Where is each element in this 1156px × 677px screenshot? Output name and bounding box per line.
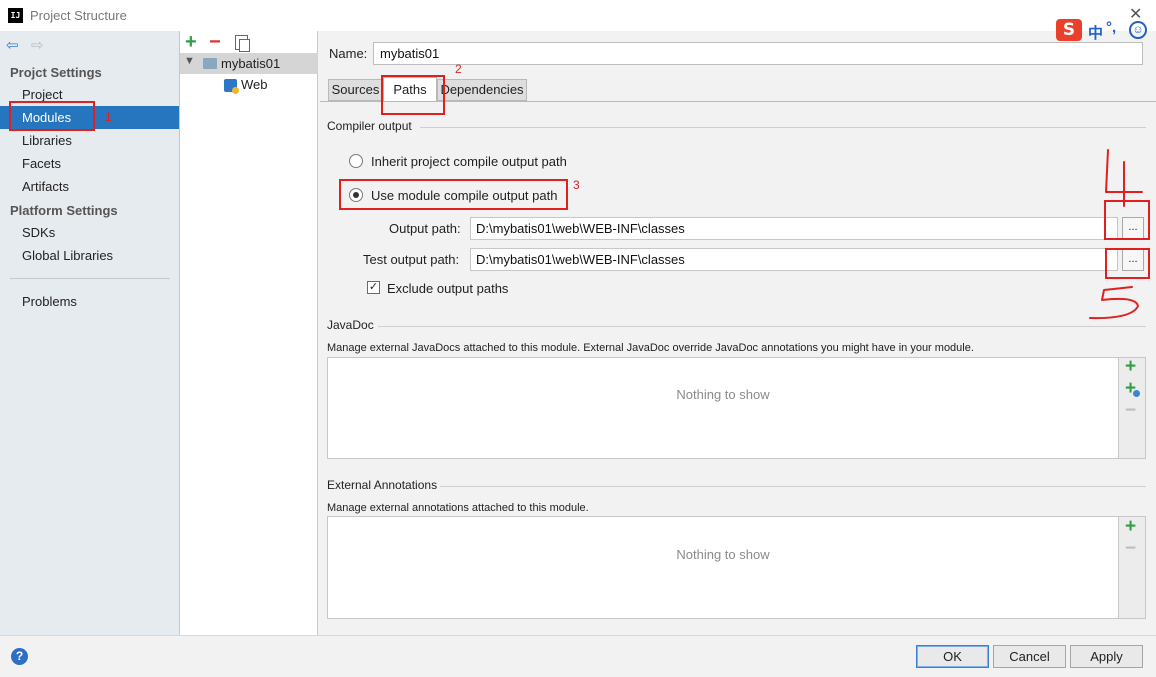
copy-icon[interactable] (235, 35, 250, 52)
ime-punctuation-toggle[interactable]: °, (1106, 19, 1116, 36)
annotations-list[interactable]: Nothing to show (327, 516, 1119, 619)
title-bar (0, 0, 1156, 31)
tab-dependencies[interactable]: Dependencies (437, 79, 527, 101)
output-path-label: Output path: (389, 221, 461, 236)
web-facet-icon (224, 79, 239, 94)
tree-module-label[interactable]: mybatis01 (221, 56, 280, 71)
nav-item-artifacts[interactable]: Artifacts (0, 175, 179, 198)
annotation-box-modules (9, 101, 95, 131)
section-divider (440, 486, 1146, 487)
nav-item-global-libraries[interactable]: Global Libraries (0, 244, 179, 267)
help-icon[interactable]: ? (11, 648, 28, 665)
back-arrow-icon[interactable]: ⇦ (6, 36, 19, 54)
sogou-ime-logo-icon[interactable]: S (1056, 19, 1082, 41)
annotation-number-3: 3 (573, 178, 580, 192)
chevron-down-icon[interactable]: ▼ (184, 55, 195, 67)
name-label: Name: (329, 46, 368, 61)
tab-sources[interactable]: Sources (328, 79, 383, 101)
cancel-button[interactable]: Cancel (993, 645, 1066, 668)
handwritten-annotations (1089, 149, 1143, 320)
test-output-path-label: Test output path: (363, 252, 460, 267)
remove-javadoc-icon[interactable]: − (1125, 400, 1136, 422)
handwritten-5 (1089, 286, 1139, 320)
external-annotations-title: External Annotations (327, 478, 438, 492)
javadoc-title: JavaDoc (327, 318, 374, 332)
annotation-number-1: 1 (105, 110, 112, 124)
annotation-number-2: 2 (455, 62, 462, 76)
remove-annotation-icon[interactable]: − (1125, 538, 1136, 560)
module-folder-icon (203, 58, 217, 69)
annotations-description: Manage external annotations attached to … (327, 502, 589, 514)
sidebar-divider (10, 278, 170, 279)
intellij-logo-icon: IJ (8, 8, 23, 23)
apply-button[interactable]: Apply (1070, 645, 1143, 668)
module-tree-panel (180, 31, 318, 635)
handwritten-4 (1105, 149, 1143, 207)
nav-item-problems[interactable]: Problems (0, 290, 179, 313)
module-name-input[interactable] (373, 42, 1143, 65)
exclude-output-label[interactable]: Exclude output paths (387, 281, 508, 296)
inherit-output-label[interactable]: Inherit project compile output path (371, 154, 567, 169)
exclude-output-checkbox[interactable]: ✓ (367, 281, 380, 294)
javadoc-empty-text: Nothing to show (676, 387, 770, 402)
tab-baseline (320, 101, 1156, 102)
section-divider (378, 326, 1146, 327)
output-path-field[interactable] (470, 217, 1118, 240)
javadoc-description: Manage external JavaDocs attached to thi… (327, 342, 974, 354)
add-annotation-icon[interactable]: + (1125, 516, 1136, 538)
section-divider (420, 127, 1146, 128)
nav-item-sdks[interactable]: SDKs (0, 221, 179, 244)
javadoc-list[interactable]: Nothing to show (327, 357, 1119, 459)
forward-arrow-icon[interactable]: ⇨ (31, 36, 44, 54)
test-output-path-field[interactable] (470, 248, 1118, 271)
platform-settings-header: Platform Settings (10, 203, 118, 218)
project-settings-header: Projct Settings (10, 65, 102, 80)
compiler-output-title: Compiler output (327, 119, 412, 133)
remove-icon[interactable]: − (209, 31, 221, 54)
ok-button[interactable]: OK (916, 645, 989, 668)
inherit-output-radio[interactable] (349, 154, 363, 168)
add-javadoc-icon[interactable]: + (1125, 356, 1136, 378)
annotation-box-module-output (339, 179, 568, 210)
ime-emoji-icon[interactable]: ☺ (1129, 21, 1147, 39)
tree-web-facet-label[interactable]: Web (241, 77, 268, 92)
ime-language-toggle[interactable]: 中 (1088, 22, 1103, 43)
annotation-box-paths-tab (381, 75, 445, 115)
window-title: Project Structure (30, 8, 127, 23)
add-icon[interactable]: + (185, 31, 197, 54)
nav-item-facets[interactable]: Facets (0, 152, 179, 175)
nav-item-libraries[interactable]: Libraries (0, 129, 179, 152)
globe-icon (1133, 390, 1140, 397)
annotations-empty-text: Nothing to show (676, 547, 770, 562)
